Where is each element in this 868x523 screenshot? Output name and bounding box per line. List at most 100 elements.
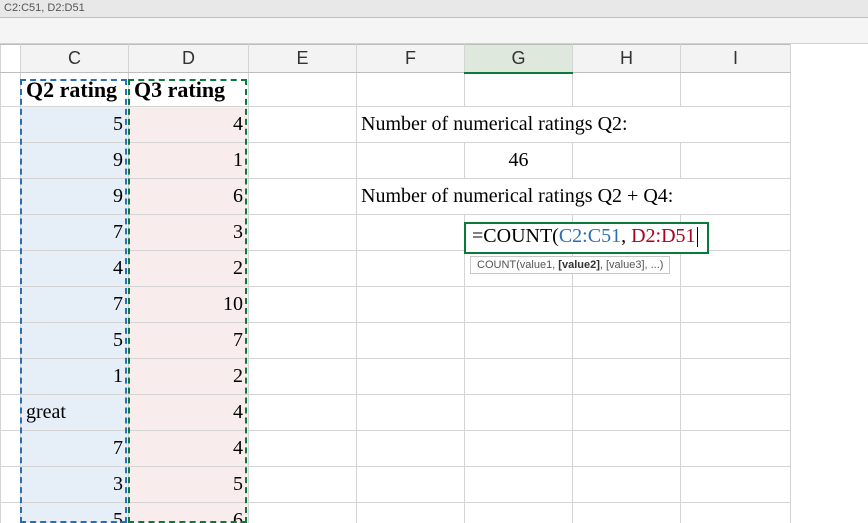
cell-c[interactable]: 7	[21, 287, 129, 323]
cell-d[interactable]: 2	[129, 359, 249, 395]
cell[interactable]	[357, 287, 465, 323]
col-header-d[interactable]: D	[129, 45, 249, 73]
cell[interactable]	[249, 359, 357, 395]
column-header-row[interactable]: C D E F G H I	[1, 45, 791, 73]
col-header-i[interactable]: I	[681, 45, 791, 73]
cell[interactable]	[249, 395, 357, 431]
cell[interactable]	[681, 467, 791, 503]
cell[interactable]	[465, 467, 573, 503]
cell[interactable]	[681, 395, 791, 431]
table-row[interactable]: 7 10	[1, 287, 791, 323]
cell[interactable]	[573, 143, 681, 179]
cell[interactable]	[681, 287, 791, 323]
cell[interactable]	[573, 287, 681, 323]
cell[interactable]	[465, 323, 573, 359]
table-row[interactable]: 9 6 Number of numerical ratings Q2 + Q4:	[1, 179, 791, 215]
cell[interactable]	[357, 431, 465, 467]
cell-d[interactable]: 4	[129, 395, 249, 431]
cell[interactable]	[573, 395, 681, 431]
cell-c[interactable]: 4	[21, 251, 129, 287]
col-header-e[interactable]: E	[249, 45, 357, 73]
cell[interactable]	[465, 287, 573, 323]
cell-d[interactable]: 4	[129, 107, 249, 143]
cell-c[interactable]: 7	[21, 431, 129, 467]
cell[interactable]	[573, 323, 681, 359]
cell[interactable]	[357, 143, 465, 179]
table-row[interactable]: great 4	[1, 395, 791, 431]
cell[interactable]	[681, 431, 791, 467]
cell[interactable]	[681, 503, 791, 523]
cell[interactable]	[357, 215, 465, 251]
cell[interactable]	[357, 359, 465, 395]
cell[interactable]	[357, 395, 465, 431]
table-row[interactable]: 7 4	[1, 431, 791, 467]
col-header-h[interactable]: H	[573, 45, 681, 73]
table-row[interactable]: Q2 rating Q3 rating	[1, 73, 791, 107]
cell[interactable]	[249, 73, 357, 107]
table-row[interactable]: 1 2	[1, 359, 791, 395]
table-row[interactable]: 5 7	[1, 323, 791, 359]
col-header-f[interactable]: F	[357, 45, 465, 73]
cell[interactable]	[357, 467, 465, 503]
cell-g3[interactable]: 46	[465, 143, 573, 179]
cell[interactable]	[249, 179, 357, 215]
spreadsheet-grid[interactable]: C D E F G H I Q2 rating Q3 rating	[0, 44, 868, 523]
cell[interactable]	[681, 73, 791, 107]
col-header-c[interactable]: C	[21, 45, 129, 73]
cell-c[interactable]: 5	[21, 323, 129, 359]
cell-c[interactable]: 3	[21, 467, 129, 503]
cell[interactable]	[357, 251, 465, 287]
cell[interactable]	[249, 323, 357, 359]
cell[interactable]	[465, 431, 573, 467]
cell-d[interactable]: 6	[129, 179, 249, 215]
cell[interactable]	[357, 323, 465, 359]
cell[interactable]	[681, 143, 791, 179]
cell-c1[interactable]: Q2 rating	[21, 73, 129, 107]
cell-c[interactable]: 1	[21, 359, 129, 395]
cell[interactable]	[249, 107, 357, 143]
cell[interactable]	[249, 503, 357, 523]
cell[interactable]	[573, 359, 681, 395]
name-box[interactable]: C2:C51, D2:D51	[0, 0, 868, 18]
cell[interactable]	[573, 503, 681, 523]
cell[interactable]	[681, 359, 791, 395]
cell[interactable]	[465, 359, 573, 395]
formula-tooltip[interactable]: COUNT(value1, [value2], [value3], ...)	[470, 256, 670, 274]
cell[interactable]	[357, 73, 465, 107]
cell-d[interactable]: 4	[129, 431, 249, 467]
cell[interactable]	[249, 215, 357, 251]
table-row[interactable]: 3 5	[1, 467, 791, 503]
cell[interactable]	[465, 73, 573, 107]
cell[interactable]	[573, 73, 681, 107]
table-row[interactable]: 5 6	[1, 503, 791, 523]
cell-c[interactable]: 5	[21, 503, 129, 523]
cell[interactable]	[249, 467, 357, 503]
table-row[interactable]: 4 2	[1, 251, 791, 287]
cell-c[interactable]: great	[21, 395, 129, 431]
cell-d[interactable]: 7	[129, 323, 249, 359]
cell-d[interactable]: 5	[129, 467, 249, 503]
col-header-g[interactable]: G	[465, 45, 573, 73]
cell-d1[interactable]: Q3 rating	[129, 73, 249, 107]
cell[interactable]: Number of numerical ratings Q2 + Q4:	[357, 179, 791, 215]
cell[interactable]	[681, 323, 791, 359]
cell-c[interactable]: 9	[21, 143, 129, 179]
cell[interactable]	[681, 251, 791, 287]
cell-c[interactable]: 5	[21, 107, 129, 143]
cell-d[interactable]: 1	[129, 143, 249, 179]
formula-input[interactable]: =COUNT(C2:C51, D2:D51	[468, 223, 702, 250]
table-row[interactable]: 9 1 46	[1, 143, 791, 179]
cell[interactable]: Number of numerical ratings Q2:	[357, 107, 791, 143]
cell[interactable]	[465, 503, 573, 523]
cell[interactable]	[249, 431, 357, 467]
cell[interactable]	[249, 251, 357, 287]
cell-d[interactable]: 10	[129, 287, 249, 323]
cell[interactable]	[465, 395, 573, 431]
table-row[interactable]: 5 4 Number of numerical ratings Q2:	[1, 107, 791, 143]
cell-d[interactable]: 3	[129, 215, 249, 251]
cell[interactable]	[249, 143, 357, 179]
cell-c[interactable]: 9	[21, 179, 129, 215]
cell[interactable]	[249, 287, 357, 323]
cell[interactable]	[357, 503, 465, 523]
cell-d[interactable]: 6	[129, 503, 249, 523]
